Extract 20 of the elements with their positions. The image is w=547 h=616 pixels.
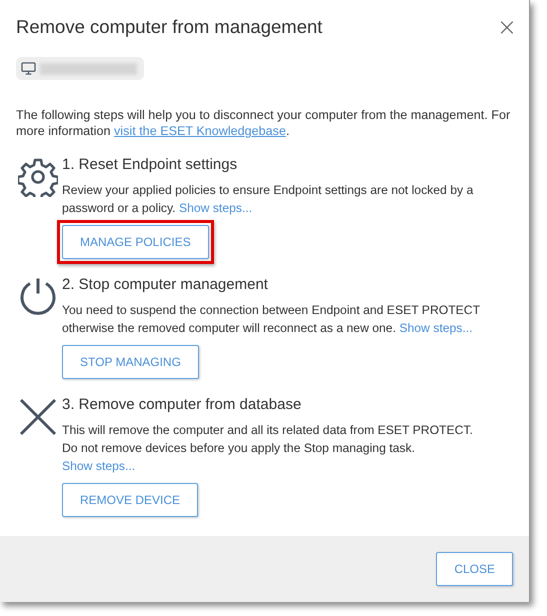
gear-icon bbox=[18, 157, 58, 197]
step-description: You need to suspend the connection between Endpoint and ESET PROTECT otherwise the removed computer will reconnect as a new one. Show steps... bbox=[62, 302, 481, 337]
step-button[interactable]: MANAGE POLICIES bbox=[62, 225, 209, 259]
monitor-icon bbox=[21, 62, 36, 75]
step-description: Review your applied policies to ensure Endpoint settings are not locked by a password or a policy. Show steps... bbox=[62, 182, 474, 217]
knowledgebase-link[interactable]: visit the ESET Knowledgebase bbox=[114, 124, 286, 138]
step-title: 1. Reset Endpoint settings bbox=[62, 156, 238, 173]
show-steps-link[interactable]: Show steps... bbox=[62, 459, 136, 473]
close-button[interactable]: CLOSE bbox=[436, 552, 513, 586]
step-button[interactable]: REMOVE DEVICE bbox=[62, 483, 198, 517]
intro-text: The following steps will help you to disconnect your computer from the management. For more information visit the ESET Knowledgebase. bbox=[16, 107, 512, 139]
show-steps-link[interactable]: Show steps... bbox=[399, 321, 473, 335]
cross-icon bbox=[18, 397, 58, 437]
dialog-title: Remove computer from management bbox=[16, 16, 322, 38]
show-steps-link[interactable]: Show steps... bbox=[178, 201, 252, 215]
step-title: 2. Stop computer management bbox=[62, 276, 269, 293]
step-description: This will remove the computer and all its related data from ESET PROTECT. Do not remove devices before you apply the Stop managing task. Show steps... bbox=[62, 422, 474, 475]
step-button[interactable]: STOP MANAGING bbox=[62, 345, 199, 379]
power-icon bbox=[18, 277, 58, 317]
step-title: 3. Remove computer from database bbox=[62, 396, 302, 413]
